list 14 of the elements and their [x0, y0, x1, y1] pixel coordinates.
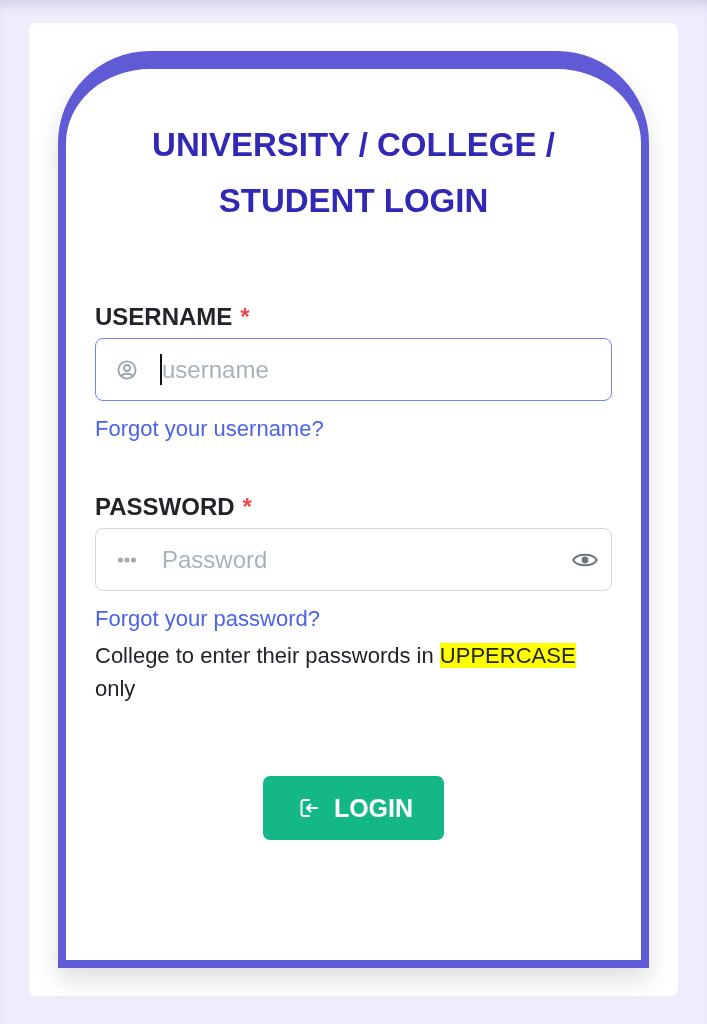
text-cursor: [160, 354, 162, 385]
login-title: UNIVERSITY / COLLEGE / STUDENT LOGIN: [151, 125, 556, 221]
person-circle-icon: [117, 359, 137, 380]
forgot-link[interactable]: Forgot your username?: [95, 414, 324, 444]
dots-icon: [117, 555, 137, 564]
password-field[interactable]: Password: [95, 528, 612, 591]
field-label: PASSWORD: [95, 493, 235, 521]
forgot-link[interactable]: Forgot your password?: [95, 604, 320, 634]
required-mark: *: [242, 493, 252, 521]
required-mark: *: [240, 303, 250, 331]
username-field[interactable]: username: [95, 338, 612, 401]
password-note: College to enter their passwords in UPPERCASE only: [95, 642, 577, 703]
login-button[interactable]: LOGIN: [263, 776, 444, 840]
field-label: USERNAME: [95, 303, 233, 331]
